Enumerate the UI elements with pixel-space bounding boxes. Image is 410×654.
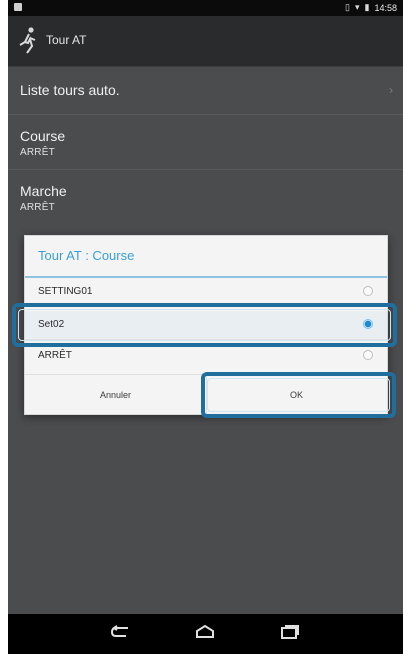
radio-button[interactable] (363, 350, 373, 360)
option-row[interactable]: ARRÊT (25, 342, 387, 370)
cancel-button[interactable]: Annuler (25, 375, 207, 415)
radio-button[interactable] (363, 319, 373, 329)
wifi-icon: ▾ (354, 2, 360, 12)
ok-button[interactable]: OK (206, 375, 387, 415)
home-icon[interactable] (194, 624, 216, 642)
back-icon[interactable] (110, 624, 132, 642)
list-item-title: Liste tours auto. (20, 82, 120, 98)
option-label: SETTING01 (38, 286, 93, 297)
list-item[interactable]: Liste tours auto. › (8, 67, 403, 115)
vibrate-icon: ▯ (345, 2, 350, 12)
option-label: ARRÊT (38, 350, 72, 361)
dialog-title: Tour AT : Course (38, 248, 135, 263)
option-row[interactable]: Set02 (25, 311, 387, 340)
dialog-buttons: Annuler OK (25, 374, 387, 415)
option-row[interactable]: SETTING01 (25, 278, 387, 307)
list-item-title: Course (20, 128, 66, 144)
dialog-header: Tour AT : Course (25, 236, 387, 278)
status-time: 14:58 (374, 2, 397, 13)
status-bar: ▯ ▾ ▮ 14:58 (8, 0, 403, 16)
chevron-right-icon: › (389, 83, 393, 97)
list-item-subtitle: ARRÊT (20, 147, 55, 158)
radio-button[interactable] (363, 286, 373, 296)
recent-apps-icon[interactable] (278, 624, 300, 642)
list-item-title: Marche (20, 183, 67, 199)
action-bar: Tour AT (8, 16, 403, 67)
navigation-bar (8, 614, 403, 654)
list-item[interactable]: Course ARRÊT (8, 115, 403, 170)
app-title: Tour AT (46, 33, 87, 47)
battery-icon: ▮ (364, 2, 370, 12)
running-person-icon[interactable] (18, 26, 40, 56)
phone-screen: ▯ ▾ ▮ 14:58 Tour AT Liste tours auto. › … (8, 0, 403, 654)
notification-icon (14, 3, 22, 11)
option-label: Set02 (38, 319, 65, 330)
list-item-subtitle: ARRÊT (20, 202, 55, 213)
list-item[interactable]: Marche ARRÊT (8, 170, 403, 224)
choice-dialog: Tour AT : Course SETTING01 Set02 ARRÊT A… (24, 235, 388, 415)
